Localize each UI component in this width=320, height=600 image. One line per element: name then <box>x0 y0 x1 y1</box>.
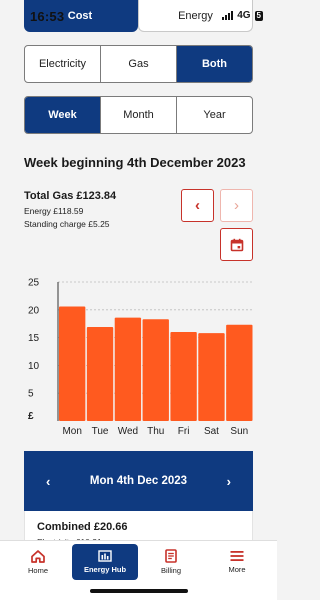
nav-energy-hub-label: Energy Hub <box>83 565 127 574</box>
tab-year[interactable]: Year <box>177 97 252 133</box>
week-title: Week beginning 4th December 2023 <box>24 155 246 170</box>
calendar-button[interactable] <box>220 228 253 261</box>
totals-summary: Total Gas £123.84 Energy £118.59 Standin… <box>24 190 116 232</box>
signal-icon <box>222 11 234 20</box>
home-indicator <box>90 589 188 593</box>
battery-icon: 5 <box>254 10 263 21</box>
gas-cost-bar-chart: 25 20 15 10 5 £ Mon Tue Wed Thu Fri Sat Sun <box>28 278 253 437</box>
tab-electricity[interactable]: Electricity <box>25 46 101 82</box>
tab-week[interactable]: Week <box>25 97 101 133</box>
y-tick-label: 25 <box>28 278 40 289</box>
menu-icon <box>230 551 244 561</box>
next-day-button[interactable]: › <box>227 474 231 489</box>
x-tick-label: Tue <box>92 426 109 437</box>
energy-cost-label: Energy £118.59 <box>24 206 84 216</box>
bar-wed <box>114 317 142 421</box>
bar-sun <box>226 324 253 421</box>
tab-both[interactable]: Both <box>177 46 252 82</box>
chart-icon <box>98 550 112 562</box>
tab-month[interactable]: Month <box>101 97 177 133</box>
total-gas-label: Total Gas £123.84 <box>24 190 117 202</box>
next-week-button[interactable]: › <box>220 189 253 222</box>
x-tick-label: Thu <box>147 426 164 437</box>
x-tick-label: Fri <box>178 426 190 437</box>
bar-mon <box>59 306 86 421</box>
nav-billing-label: Billing <box>160 566 181 575</box>
energy-toggle-label: Energy <box>178 9 213 22</box>
nav-energy-hub[interactable]: Energy Hub <box>72 544 138 580</box>
x-tick-label: Sun <box>230 426 248 437</box>
chevron-left-icon: ‹ <box>195 197 200 214</box>
day-navigator: ‹ Mon 4th Dec 2023 › <box>24 451 253 511</box>
y-unit-label: £ <box>28 411 34 422</box>
y-tick-label: 20 <box>28 305 40 316</box>
x-tick-label: Mon <box>62 426 81 437</box>
bar-fri <box>170 332 197 421</box>
cost-toggle-label: Cost <box>67 10 93 22</box>
network-type: 4G <box>237 10 251 21</box>
nav-home[interactable]: Home <box>5 544 71 580</box>
status-time: 16:53 <box>30 9 65 24</box>
bar-tue <box>86 327 114 421</box>
y-tick-label: 5 <box>28 389 34 400</box>
standing-charge-label: Standing charge £5.25 <box>24 219 110 229</box>
fuel-tabs: Electricity Gas Both <box>24 45 253 83</box>
y-tick-label: 10 <box>28 361 40 372</box>
combined-cost-label: Combined £20.66 <box>37 521 128 533</box>
home-icon <box>31 549 45 563</box>
tab-gas[interactable]: Gas <box>101 46 177 82</box>
x-tick-label: Sat <box>204 426 219 437</box>
y-tick-label: 15 <box>28 333 40 344</box>
previous-week-button[interactable]: ‹ <box>181 189 214 222</box>
nav-more[interactable]: More <box>204 544 270 580</box>
nav-billing[interactable]: Billing <box>138 544 204 580</box>
nav-more-label: More <box>228 565 246 574</box>
x-tick-label: Wed <box>118 426 138 437</box>
day-title: Mon 4th Dec 2023 <box>89 475 188 487</box>
nav-home-label: Home <box>27 565 48 575</box>
billing-icon <box>165 549 177 563</box>
bar-thu <box>142 319 169 421</box>
calendar-icon <box>230 238 243 251</box>
status-indicators: 4G 5 <box>222 10 263 21</box>
period-tabs: Week Month Year <box>24 96 253 134</box>
chevron-right-icon: › <box>234 197 239 214</box>
previous-day-button[interactable]: ‹ <box>46 474 50 489</box>
bar-sat <box>198 333 225 421</box>
